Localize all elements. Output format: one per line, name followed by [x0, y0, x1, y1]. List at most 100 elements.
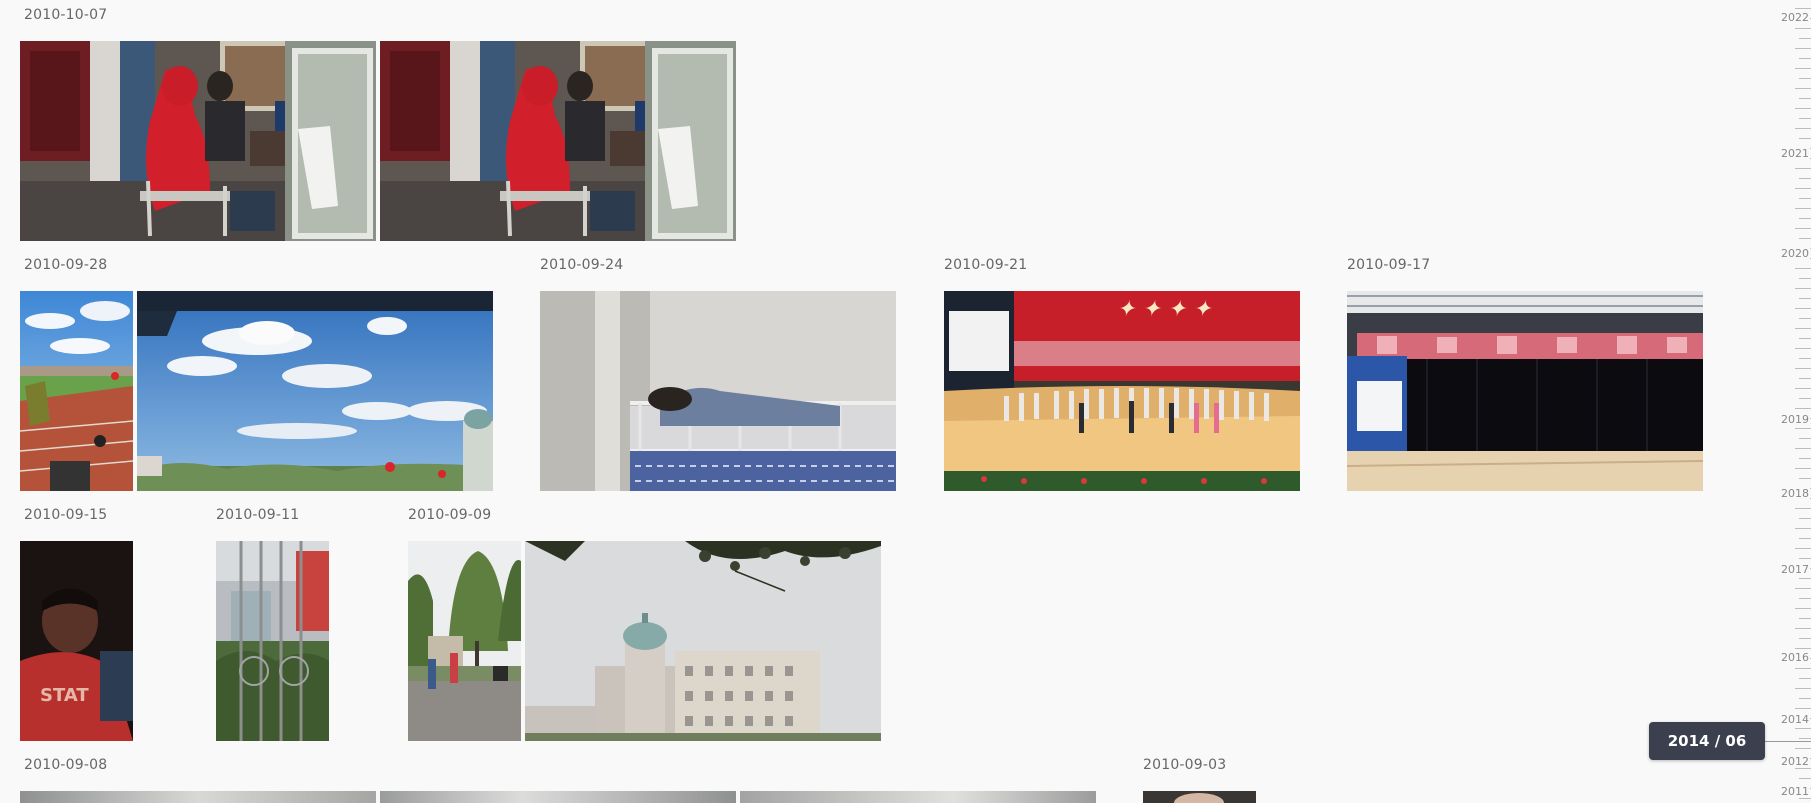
timeline-tick	[1799, 618, 1811, 619]
date-label-2010-09-17: 2010-09-17	[1347, 257, 1431, 273]
timeline-year-2016[interactable]: 2016	[1780, 652, 1810, 664]
photo-partial-3[interactable]	[740, 791, 1096, 803]
timeline-tick	[1799, 638, 1811, 639]
photo-partial-1[interactable]	[20, 791, 376, 803]
timeline-tick	[1799, 58, 1811, 59]
date-label-2010-09-08: 2010-09-08	[24, 757, 108, 773]
timeline-year-2019[interactable]: 2019	[1780, 414, 1810, 426]
timeline-tick	[1795, 388, 1811, 389]
photo-dorm-bunk-bed[interactable]	[540, 291, 896, 491]
scrubber-position-line	[1765, 741, 1811, 742]
photo-partial-portrait[interactable]	[1143, 791, 1256, 803]
timeline-year-2012[interactable]: 2012	[1780, 756, 1810, 768]
timeline-tick	[1799, 398, 1811, 399]
timeline-tick	[1795, 48, 1811, 49]
timeline-tick	[1799, 558, 1811, 559]
timeline-tick	[1799, 698, 1811, 699]
photo-blue-sky-clouds[interactable]	[137, 291, 493, 491]
timeline-tick	[1795, 648, 1811, 649]
timeline-tick	[1795, 548, 1811, 549]
timeline-year-2021[interactable]: 2021	[1780, 148, 1810, 160]
timeline-tick	[1795, 628, 1811, 629]
timeline-year-2018[interactable]: 2018	[1780, 488, 1810, 500]
timeline-tick	[1795, 348, 1811, 349]
timeline-tick	[1795, 128, 1811, 129]
photo-dorm-room-1[interactable]	[20, 41, 376, 241]
timeline-tick	[1799, 478, 1811, 479]
timeline-tick	[1795, 748, 1811, 749]
timeline-year-2014[interactable]: 2014	[1780, 714, 1810, 726]
date-label-2010-09-09: 2010-09-09	[408, 507, 492, 523]
photo-stadium-track[interactable]	[20, 291, 133, 491]
scrubber-date-badge: 2014 / 06	[1649, 722, 1765, 760]
timeline-tick	[1799, 518, 1811, 519]
timeline-tick	[1795, 668, 1811, 669]
photo-partial-2[interactable]	[380, 791, 736, 803]
timeline-tick	[1795, 448, 1811, 449]
timeline-tick	[1795, 208, 1811, 209]
timeline-tick	[1795, 8, 1811, 9]
timeline-tick	[1799, 98, 1811, 99]
timeline-tick	[1795, 508, 1811, 509]
timeline-year-2020[interactable]: 2020	[1780, 248, 1810, 260]
date-label-2010-09-03: 2010-09-03	[1143, 757, 1227, 773]
timeline-tick	[1799, 738, 1811, 739]
date-label-2010-09-24: 2010-09-24	[540, 257, 624, 273]
timeline-tick	[1795, 88, 1811, 89]
timeline-tick	[1799, 38, 1811, 39]
timeline-tick	[1799, 378, 1811, 379]
timeline-tick	[1799, 798, 1811, 799]
date-label-2010-09-21: 2010-09-21	[944, 257, 1028, 273]
timeline-tick	[1799, 298, 1811, 299]
photo-domed-building[interactable]	[525, 541, 881, 741]
timeline-tick	[1799, 218, 1811, 219]
timeline-tick	[1795, 68, 1811, 69]
timeline-tick	[1795, 308, 1811, 309]
timeline-tick	[1795, 288, 1811, 289]
timeline-tick	[1799, 538, 1811, 539]
timeline-tick	[1799, 358, 1811, 359]
timeline-tick	[1799, 438, 1811, 439]
timeline-tick	[1795, 168, 1811, 169]
timeline-tick	[1795, 228, 1811, 229]
timeline-tick	[1799, 118, 1811, 119]
timeline-tick	[1795, 528, 1811, 529]
timeline-tick	[1795, 368, 1811, 369]
timeline-tick	[1795, 408, 1811, 409]
timeline-tick	[1799, 458, 1811, 459]
timeline-year-2011[interactable]: 2011	[1780, 786, 1810, 798]
timeline-tick	[1795, 268, 1811, 269]
timeline-year-2022[interactable]: 2022	[1780, 12, 1810, 24]
timeline-tick	[1799, 778, 1811, 779]
timeline-tick	[1795, 428, 1811, 429]
timeline-tick	[1799, 178, 1811, 179]
timeline-tick	[1795, 728, 1811, 729]
photo-campus-walkway[interactable]	[408, 541, 521, 741]
timeline-tick	[1795, 588, 1811, 589]
timeline-tick	[1799, 598, 1811, 599]
timeline-tick	[1799, 198, 1811, 199]
timeline-scrubber[interactable]: 2022 2021 2020 2019 2018 2017 2016 2014 2012 2011	[1780, 0, 1811, 803]
timeline-tick	[1795, 188, 1811, 189]
photo-window-bars[interactable]	[216, 541, 329, 741]
timeline-tick	[1795, 608, 1811, 609]
photo-empty-stage[interactable]	[1347, 291, 1703, 491]
timeline-tick	[1799, 338, 1811, 339]
timeline-tick	[1799, 238, 1811, 239]
svg-text:STAT: STAT	[40, 685, 89, 706]
timeline-year-2017[interactable]: 2017	[1780, 564, 1810, 576]
photo-dark-portrait[interactable]: STAT	[20, 541, 133, 741]
timeline-tick	[1799, 678, 1811, 679]
photo-stage-choir[interactable]: ✦ ✦ ✦ ✦	[944, 291, 1300, 491]
timeline-tick	[1795, 108, 1811, 109]
timeline-tick	[1795, 28, 1811, 29]
timeline-tick	[1795, 688, 1811, 689]
timeline-tick	[1795, 768, 1811, 769]
svg-text:✦ ✦ ✦ ✦: ✦ ✦ ✦ ✦	[1117, 297, 1213, 322]
timeline-tick	[1799, 138, 1811, 139]
timeline-tick	[1799, 278, 1811, 279]
photo-dorm-room-2[interactable]	[380, 41, 736, 241]
timeline-tick	[1795, 468, 1811, 469]
timeline-tick	[1799, 318, 1811, 319]
date-label-2010-09-11: 2010-09-11	[216, 507, 300, 523]
